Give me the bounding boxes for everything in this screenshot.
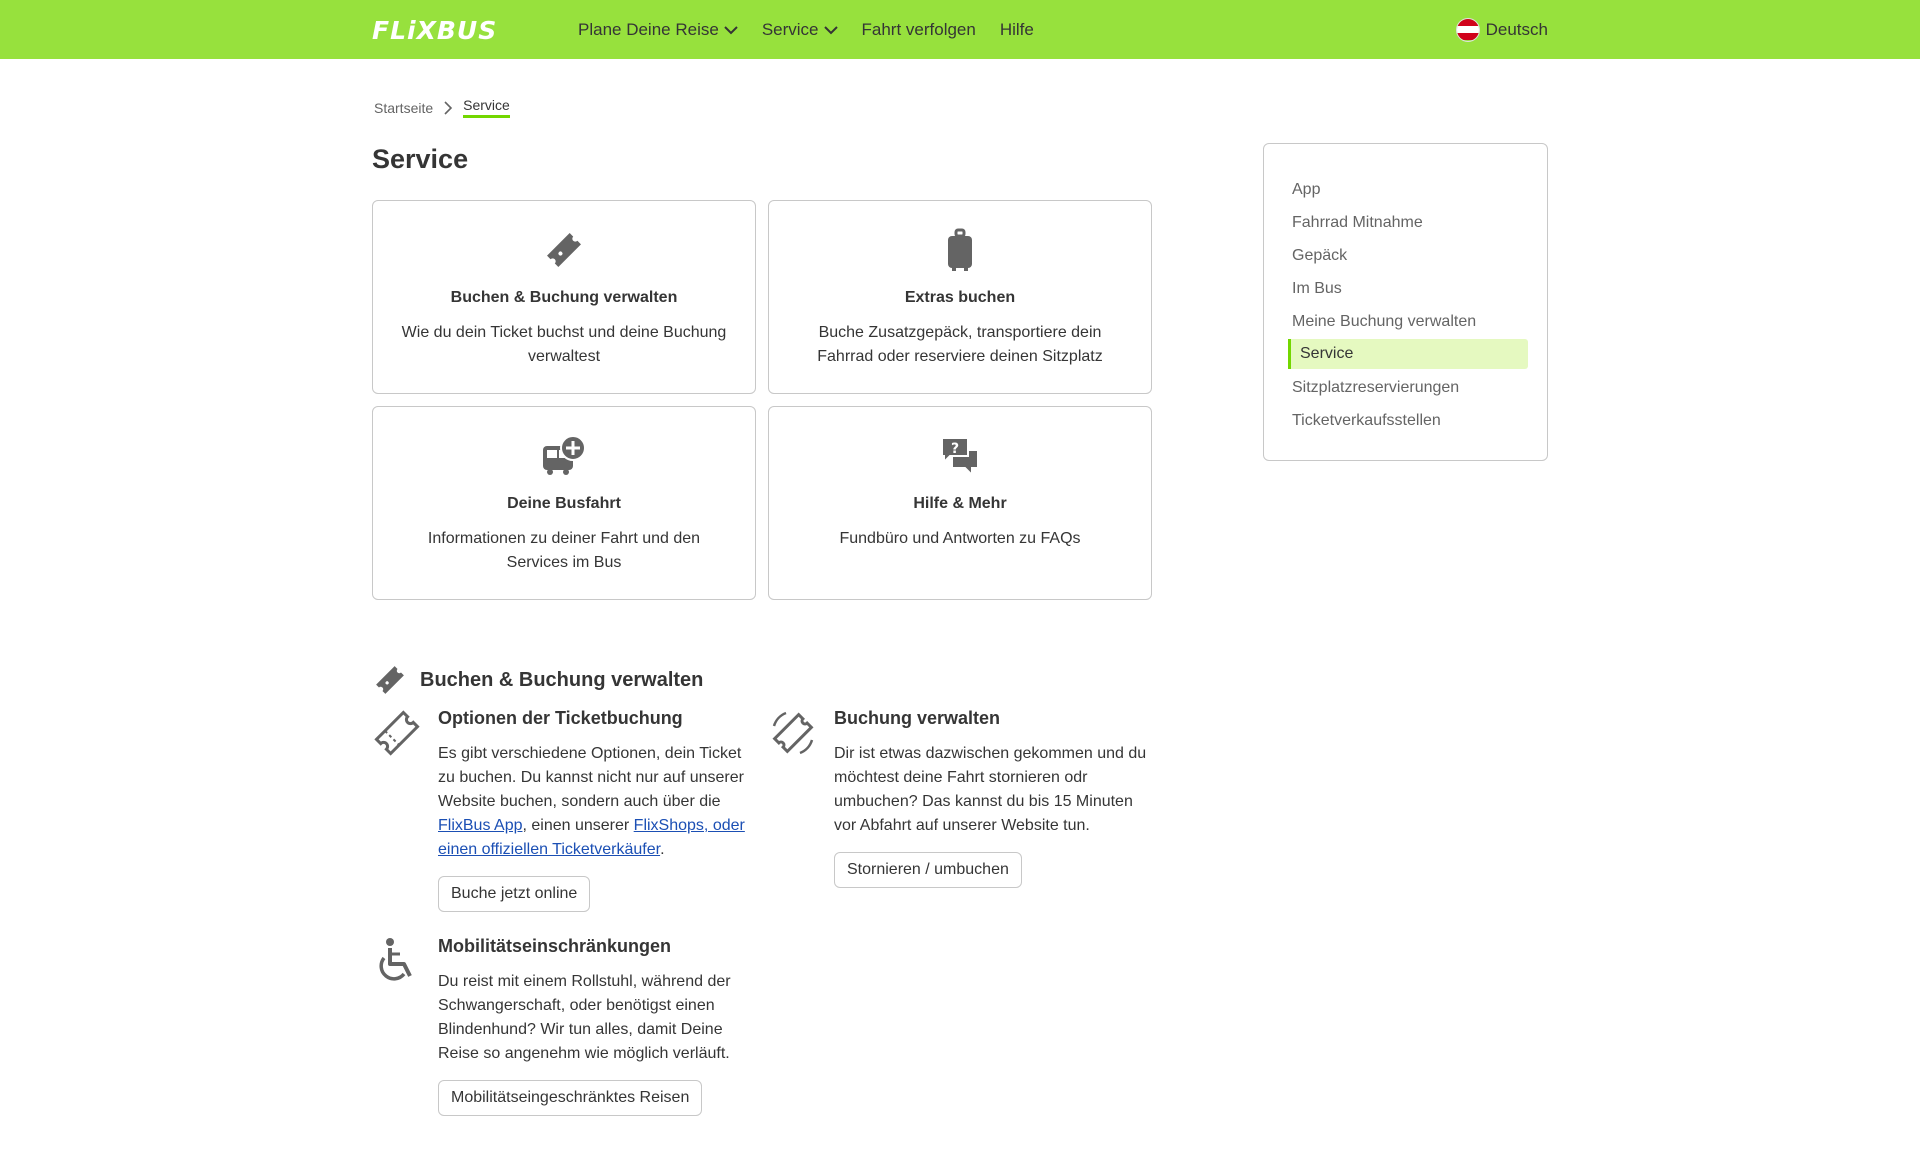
language-selector[interactable]: Deutsch bbox=[1455, 0, 1548, 59]
block-text: Du reist mit einem Rollstuhl, während de… bbox=[438, 973, 731, 1062]
sidebar-item-im-bus[interactable]: Im Bus bbox=[1288, 272, 1528, 305]
page-title: Service bbox=[372, 144, 469, 174]
block-mobility: Mobilitätseinschränkungen Du reist mit e… bbox=[372, 936, 752, 1116]
nav-fahrt-verfolgen[interactable]: Fahrt verfolgen bbox=[862, 20, 976, 40]
breadcrumb-home[interactable]: Startseite bbox=[374, 100, 433, 116]
block-title: Buchung verwalten bbox=[834, 708, 1001, 728]
language-label: Deutsch bbox=[1485, 19, 1548, 39]
ticket-icon bbox=[373, 228, 755, 272]
block-title: Mobilitätseinschränkungen bbox=[438, 936, 672, 956]
nav-service[interactable]: Service bbox=[762, 20, 838, 40]
sidebar-item-sitzplatz[interactable]: Sitzplatzreservierungen bbox=[1288, 371, 1528, 404]
chevron-down-icon bbox=[724, 25, 738, 34]
cancel-rebook-button[interactable]: Stornieren / umbuchen bbox=[834, 852, 1022, 888]
sidebar-item-service[interactable]: Service bbox=[1288, 339, 1528, 369]
breadcrumb: Startseite Service bbox=[374, 97, 510, 118]
svg-text:?: ? bbox=[951, 441, 959, 457]
sidebar-item-gepaeck[interactable]: Gepäck bbox=[1288, 239, 1528, 272]
card-title: Deine Busfahrt bbox=[507, 495, 621, 512]
card-busfahrt[interactable]: Deine Busfahrt Informationen zu deiner F… bbox=[372, 406, 756, 600]
main-nav: Plane Deine Reise Service Fahrt verfolge… bbox=[578, 0, 1058, 59]
ticket-icon bbox=[376, 666, 404, 694]
sidebar-nav: App Fahrrad Mitnahme Gepäck Im Bus Meine… bbox=[1263, 143, 1548, 461]
block-text: Es gibt verschiedene Optionen, dein Tick… bbox=[438, 742, 748, 862]
sidebar-item-fahrrad-mitnahme[interactable]: Fahrrad Mitnahme bbox=[1288, 206, 1528, 239]
nav-label: Plane Deine Reise bbox=[578, 19, 719, 39]
help-chat-icon: ? bbox=[769, 434, 1151, 478]
card-buchen[interactable]: Buchen & Buchung verwalten Wie du dein T… bbox=[372, 200, 756, 394]
nav-label: Fahrt verfolgen bbox=[861, 19, 976, 39]
nav-label: Hilfe bbox=[999, 19, 1034, 39]
luggage-icon bbox=[769, 228, 1151, 272]
ticket-outline-icon bbox=[374, 710, 420, 756]
card-title: Hilfe & Mehr bbox=[913, 495, 1007, 512]
sidebar-item-meine-buchung[interactable]: Meine Buchung verwalten bbox=[1288, 305, 1528, 338]
chevron-down-icon bbox=[823, 25, 838, 34]
card-hilfe[interactable]: ? Hilfe & Mehr Fundbüro und Antworten zu… bbox=[768, 406, 1152, 600]
card-description: Informationen zu deiner Fahrt und den Se… bbox=[427, 530, 701, 571]
text-segment: . bbox=[660, 841, 665, 858]
card-description: Buche Zusatzgepäck, transportiere dein F… bbox=[817, 324, 1103, 365]
book-online-button[interactable]: Buche jetzt online bbox=[438, 876, 591, 912]
sidebar-item-app[interactable]: App bbox=[1288, 173, 1528, 206]
chevron-right-icon bbox=[443, 100, 453, 115]
nav-label: Service bbox=[761, 19, 819, 39]
mobility-travel-button[interactable]: Mobilitätseingeschränktes Reisen bbox=[438, 1080, 703, 1116]
nav-plane-deine-reise[interactable]: Plane Deine Reise bbox=[578, 20, 738, 40]
austria-flag-icon bbox=[1455, 17, 1480, 42]
top-header: FLiXBUS Plane Deine Reise Service Fahrt … bbox=[0, 0, 1920, 59]
text-segment: , einen unserer bbox=[522, 817, 634, 834]
bus-plus-icon bbox=[373, 434, 755, 478]
block-title: Optionen der Ticketbuchung bbox=[438, 708, 683, 728]
block-manage-booking: Buchung verwalten Dir ist etwas dazwisch… bbox=[768, 708, 1158, 888]
wheelchair-icon bbox=[379, 938, 412, 981]
card-title: Extras buchen bbox=[904, 289, 1016, 306]
breadcrumb-current: Service bbox=[463, 97, 510, 118]
card-description: Fundbüro und Antworten zu FAQs bbox=[839, 530, 1081, 547]
text-segment: Es gibt verschiedene Optionen, dein Tick… bbox=[438, 745, 744, 810]
section-header: Buchen & Buchung verwalten bbox=[372, 662, 703, 698]
block-text: Dir ist etwas dazwischen gekommen und du… bbox=[834, 745, 1147, 834]
section-title: Buchen & Buchung verwalten bbox=[420, 668, 704, 691]
block-ticket-options: Optionen der Ticketbuchung Es gibt versc… bbox=[372, 708, 752, 918]
flixbus-logo[interactable]: FLiXBUS bbox=[372, 16, 497, 45]
nav-hilfe[interactable]: Hilfe bbox=[1000, 20, 1034, 40]
ticket-rebook-icon bbox=[772, 711, 814, 755]
card-title: Buchen & Buchung verwalten bbox=[450, 289, 678, 306]
sidebar-item-ticketverkauf[interactable]: Ticketverkaufsstellen bbox=[1288, 404, 1528, 437]
flixbus-app-link[interactable]: FlixBus App bbox=[438, 817, 522, 834]
card-extras[interactable]: Extras buchen Buche Zusatzgepäck, transp… bbox=[768, 200, 1152, 394]
card-description: Wie du dein Ticket buchst und deine Buch… bbox=[401, 324, 727, 365]
